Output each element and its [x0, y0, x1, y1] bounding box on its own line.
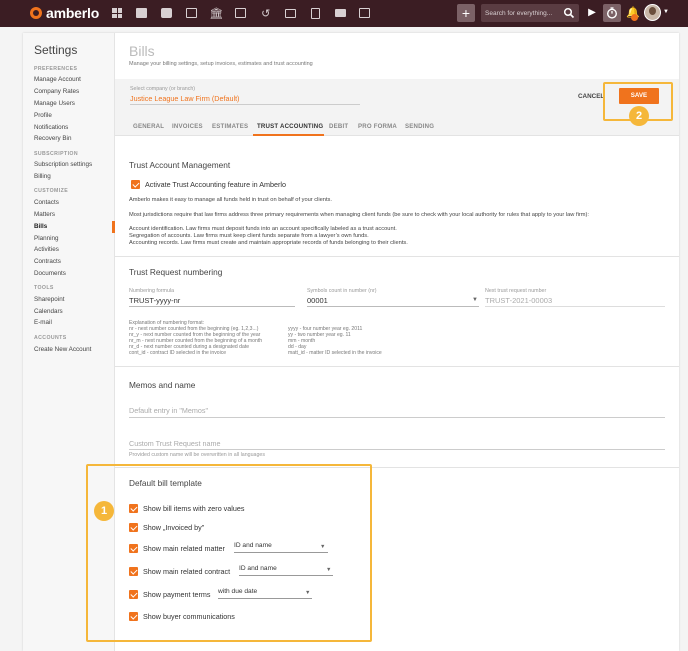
sidebar-item-company-rates[interactable]: Company Rates [34, 88, 79, 95]
contacts-icon[interactable] [135, 6, 149, 20]
user-avatar[interactable] [644, 4, 661, 21]
chevron-down-icon[interactable]: ▼ [472, 297, 478, 303]
sidebar-item-recovery-bin[interactable]: Recovery Bin [34, 135, 71, 142]
custom-name-underline [129, 449, 665, 450]
custom-name-hint: Provided custom name will be overwritten… [129, 452, 266, 458]
symbols-count-select[interactable]: 00001 [307, 296, 328, 305]
sidebar-item-notifications[interactable]: Notifications [34, 124, 68, 131]
search-icon[interactable] [563, 7, 575, 19]
next-number-label: Next trust request number [485, 288, 547, 294]
next-number-underline [485, 306, 665, 307]
sidebar-item-manage-account[interactable]: Manage Account [34, 76, 81, 83]
sidebar-section-customize: CUSTOMIZE [34, 188, 69, 194]
tab-sending[interactable]: SENDING [405, 123, 434, 130]
numbering-formula-input[interactable]: TRUST-yyyy-nr [129, 296, 180, 305]
page-title: Bills [129, 43, 155, 59]
calendar-icon[interactable] [234, 6, 248, 20]
logo-text: amberlo [46, 5, 100, 21]
sidebar-section-accounts: ACCOUNTS [34, 335, 67, 341]
cancel-button[interactable]: CANCEL [578, 93, 604, 100]
sidebar-item-planning[interactable]: Planning [34, 235, 59, 242]
active-tab-underline [253, 134, 324, 136]
memos-title: Memos and name [129, 380, 196, 390]
sidebar-title: Settings [34, 43, 78, 57]
callout-badge-1: 1 [94, 501, 114, 521]
mail-icon[interactable] [333, 6, 347, 20]
explanation-line: cont_id - contract ID selected in the in… [129, 350, 227, 356]
chevron-down-icon[interactable]: ▼ [663, 9, 669, 15]
symbols-count-underline [307, 306, 479, 307]
sidebar-item-contracts[interactable]: Contracts [34, 258, 61, 265]
custom-trust-name-input[interactable]: Custom Trust Request name [129, 439, 220, 448]
sidebar-item-billing[interactable]: Billing [34, 173, 51, 180]
sidebar-section-tools: TOOLS [34, 285, 54, 291]
company-select-label: Select company (or branch) [130, 86, 196, 92]
memos-input-underline [129, 417, 665, 418]
file-icon[interactable] [308, 6, 322, 20]
company-select-underline [130, 104, 360, 105]
documents-icon[interactable] [184, 6, 198, 20]
sidebar-item-calendars[interactable]: Calendars [34, 308, 63, 315]
sidebar-item-bills[interactable]: Bills [34, 223, 47, 230]
sidebar-section-subscription: SUBSCRIPTION [34, 151, 78, 157]
section-divider [115, 366, 679, 367]
sidebar-section-preferences: PREFERENCES [34, 66, 78, 72]
trust-management-title: Trust Account Management [129, 160, 231, 170]
history-icon[interactable]: ↺ [259, 6, 273, 20]
sidebar-item-profile[interactable]: Profile [34, 112, 52, 119]
folder-icon[interactable] [284, 6, 298, 20]
company-select-value[interactable]: Justice League Law Firm (Default) [130, 94, 239, 103]
sidebar-item-activities[interactable]: Activities [34, 246, 59, 253]
main-nav-icons: 🏛 ↺ [110, 6, 383, 20]
sidebar-item-create-new-account[interactable]: Create New Account [34, 346, 91, 353]
activate-trust-label: Activate Trust Accounting feature in Amb… [145, 180, 287, 189]
global-search [481, 4, 579, 22]
trust-requirements-intro: Most jurisdictions require that law firm… [129, 212, 589, 218]
logo-mark-icon [30, 7, 42, 19]
tab-debit[interactable]: DEBIT [329, 123, 348, 130]
amberlo-logo[interactable]: amberlo [30, 5, 100, 21]
sidebar-item-email[interactable]: E-mail [34, 319, 52, 326]
sidebar-item-documents[interactable]: Documents [34, 270, 66, 277]
reports-icon[interactable] [358, 6, 372, 20]
trust-numbering-title: Trust Request numbering [129, 267, 223, 277]
numbering-formula-underline [129, 306, 295, 307]
tab-trust-accounting[interactable]: TRUST ACCOUNTING [257, 123, 323, 130]
symbols-count-label: Symbols count in number (nr) [307, 288, 377, 294]
top-navigation-bar: amberlo 🏛 ↺ + ▶ 🔔 ▼ [0, 0, 688, 27]
notification-badge [631, 14, 638, 21]
matters-icon[interactable] [160, 6, 174, 20]
billing-icon[interactable]: 🏛 [209, 6, 223, 20]
sidebar-item-subscription-settings[interactable]: Subscription settings [34, 161, 92, 168]
bill-template-highlight-box [86, 464, 372, 642]
tab-pro-forma[interactable]: PRO FORMA [358, 123, 397, 130]
dashboard-icon[interactable] [110, 6, 124, 20]
page-subtitle: Manage your billing settings, setup invo… [129, 61, 313, 67]
sidebar-item-sharepoint[interactable]: Sharepoint [34, 296, 64, 303]
tab-general[interactable]: GENERAL [133, 123, 164, 130]
sidebar-item-matters[interactable]: Matters [34, 211, 55, 218]
trust-requirement-3: Accounting records. Law firms must creat… [129, 240, 408, 246]
callout-badge-2: 2 [629, 106, 649, 126]
trust-intro-text: Amberlo makes it easy to manage all fund… [129, 197, 332, 203]
play-timer-icon[interactable]: ▶ [586, 6, 598, 20]
sidebar-item-contacts[interactable]: Contacts [34, 199, 59, 206]
tab-estimates[interactable]: ESTIMATES [212, 123, 248, 130]
add-new-button[interactable]: + [457, 4, 475, 22]
activate-trust-checkbox[interactable] [131, 180, 140, 189]
settings-tabs: GENERAL INVOICES ESTIMATES TRUST ACCOUNT… [115, 109, 679, 136]
numbering-formula-label: Numbering formula [129, 288, 175, 294]
explanation-line: matt_id - matter ID selected in the invo… [288, 350, 382, 356]
search-input[interactable] [485, 7, 557, 19]
tab-invoices[interactable]: INVOICES [172, 123, 203, 130]
stopwatch-icon[interactable] [603, 4, 621, 22]
section-divider [115, 256, 679, 257]
sidebar-item-manage-users[interactable]: Manage Users [34, 100, 75, 107]
memos-default-input[interactable]: Default entry in "Memos" [129, 406, 208, 415]
next-number-value: TRUST-2021-00003 [485, 296, 553, 305]
